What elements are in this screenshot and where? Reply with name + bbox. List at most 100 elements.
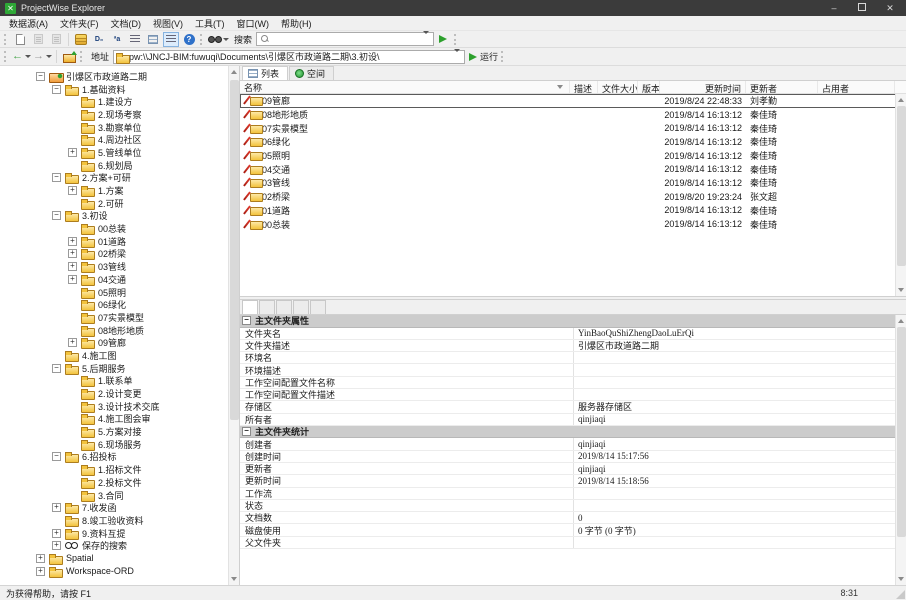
properties-tab[interactable]: [276, 300, 292, 314]
toolbar-grip[interactable]: [501, 51, 504, 62]
search-dropdown-button[interactable]: [419, 34, 431, 44]
tree-item[interactable]: 6.现场服务: [0, 438, 228, 451]
list-column-header[interactable]: 描述: [570, 81, 598, 93]
tree-item[interactable]: Workspace-ORD: [0, 565, 228, 578]
tree-item[interactable]: 引爆区市政道路二期: [0, 70, 228, 83]
tree-expand-toggle-icon[interactable]: [68, 237, 77, 246]
menu-item[interactable]: 文件夹(F): [54, 16, 105, 31]
tree-expand-toggle-icon[interactable]: [68, 148, 77, 157]
minimize-button[interactable]: –: [820, 3, 848, 13]
tree-item[interactable]: 2.投标文件: [0, 476, 228, 489]
search-input[interactable]: [256, 32, 434, 46]
tree-item[interactable]: 2.方案+可研: [0, 172, 228, 185]
tree-item[interactable]: 01道路: [0, 235, 228, 248]
tree-item[interactable]: 1.招标文件: [0, 463, 228, 476]
run-button[interactable]: 运行: [466, 49, 498, 64]
tree-expand-toggle-icon[interactable]: [52, 211, 61, 220]
maximize-button[interactable]: [848, 3, 876, 13]
menu-item[interactable]: 窗口(W): [231, 16, 276, 31]
tree-item[interactable]: 2.设计变更: [0, 387, 228, 400]
toolbar-grip[interactable]: [200, 34, 203, 45]
tree-item[interactable]: 00总装: [0, 222, 228, 235]
tree-item[interactable]: 保存的搜索: [0, 539, 228, 552]
list-column-header[interactable]: 文件大小: [598, 81, 638, 93]
tree-item[interactable]: 5.方案对接: [0, 425, 228, 438]
tree-item[interactable]: 05照明: [0, 286, 228, 299]
tree-expand-toggle-icon[interactable]: [52, 364, 61, 373]
scroll-up-icon[interactable]: [231, 70, 237, 74]
checkin-button-disabled[interactable]: [48, 32, 64, 47]
small-list-view-button[interactable]: [127, 32, 143, 47]
toolbar-grip[interactable]: [4, 51, 7, 62]
tree-item[interactable]: 07实景模型: [0, 311, 228, 324]
list-row[interactable]: 07实景模型 2019/8/14 16:13:12 秦佳琦: [240, 121, 906, 135]
tree-expand-toggle-icon[interactable]: [52, 503, 61, 512]
tree-item[interactable]: 1.方案: [0, 184, 228, 197]
scroll-down-icon[interactable]: [231, 577, 237, 581]
tree-item[interactable]: 1.基础资料: [0, 83, 228, 96]
tree-expand-toggle-icon[interactable]: [52, 541, 61, 550]
list-column-header[interactable]: 更新时间: [660, 81, 746, 93]
address-dropdown-button[interactable]: [450, 52, 462, 62]
collapse-icon[interactable]: [242, 427, 251, 436]
tree-item[interactable]: 2.可研: [0, 197, 228, 210]
list-row[interactable]: 03管线 2019/8/14 16:13:12 秦佳琦: [240, 176, 906, 190]
tree-expand-toggle-icon[interactable]: [68, 338, 77, 347]
search-go-button[interactable]: [435, 32, 451, 47]
tree-item[interactable]: 04交通: [0, 273, 228, 286]
rename-button[interactable]: ªa: [109, 32, 125, 47]
menu-item[interactable]: 视图(V): [147, 16, 189, 31]
list-column-header[interactable]: 名称: [240, 81, 570, 93]
list-column-header[interactable]: 占用者: [818, 81, 895, 93]
tree-item[interactable]: 09管廊: [0, 336, 228, 349]
properties-tab[interactable]: [242, 300, 258, 314]
toolbar-grip[interactable]: [80, 51, 83, 62]
tree-expand-toggle-icon[interactable]: [52, 529, 61, 538]
tree-item[interactable]: 4.施工图会审: [0, 413, 228, 426]
properties-scrollbar[interactable]: [895, 315, 906, 585]
scroll-down-icon[interactable]: [898, 288, 904, 292]
tree-scrollbar[interactable]: [228, 66, 239, 585]
list-row[interactable]: 00总装 2019/8/14 16:13:12 秦佳琦: [240, 217, 906, 231]
tree-item[interactable]: 5.管线单位: [0, 146, 228, 159]
toolbar-grip[interactable]: [454, 34, 457, 45]
collapse-icon[interactable]: [242, 316, 251, 325]
tree-item[interactable]: 6.规划局: [0, 159, 228, 172]
tree-expand-toggle-icon[interactable]: [36, 72, 45, 81]
tree-item[interactable]: Spatial: [0, 552, 228, 565]
properties-tab[interactable]: [310, 300, 326, 314]
tree-expand-toggle-icon[interactable]: [36, 554, 45, 563]
menu-item[interactable]: 数据源(A): [3, 16, 54, 31]
list-row[interactable]: 06绿化 2019/8/14 16:13:12 秦佳琦: [240, 135, 906, 149]
tree-item[interactable]: 3.设计技术交底: [0, 400, 228, 413]
new-document-button[interactable]: [12, 32, 28, 47]
tree-item[interactable]: 4.周边社区: [0, 133, 228, 146]
tree-item[interactable]: 1.建设方: [0, 95, 228, 108]
list-row[interactable]: 09管廊 2019/8/24 22:48:33 刘孝勤: [240, 94, 906, 108]
detail-view-button[interactable]: [145, 32, 161, 47]
forward-button[interactable]: →: [33, 49, 52, 64]
tree-expand-toggle-icon[interactable]: [68, 186, 77, 195]
tree-item[interactable]: 3.初设: [0, 210, 228, 223]
tree-item[interactable]: 06绿化: [0, 298, 228, 311]
tree-item[interactable]: 5.后期服务: [0, 362, 228, 375]
tree-expand-toggle-icon[interactable]: [68, 275, 77, 284]
scrollbar-thumb[interactable]: [897, 327, 906, 537]
tree-expand-toggle-icon[interactable]: [52, 452, 61, 461]
list-row[interactable]: 02桥梁 2019/8/20 19:23:24 张文超: [240, 190, 906, 204]
scrollbar-thumb[interactable]: [897, 106, 906, 266]
current-view-mode-button[interactable]: [163, 32, 179, 47]
tree-item[interactable]: 7.收发函: [0, 501, 228, 514]
list-row[interactable]: 08地形地质 2019/8/14 16:13:12 秦佳琦: [240, 108, 906, 122]
close-button[interactable]: ✕: [876, 3, 904, 14]
resize-grip-icon[interactable]: [896, 590, 905, 599]
tab-list[interactable]: 列表: [242, 66, 288, 80]
tree-item[interactable]: 1.联系单: [0, 375, 228, 388]
list-row[interactable]: 05照明 2019/8/14 16:13:12 秦佳琦: [240, 149, 906, 163]
tree-item[interactable]: 6.招投标: [0, 451, 228, 464]
tree-expand-toggle-icon[interactable]: [52, 85, 61, 94]
tree-item[interactable]: 9.资料互提: [0, 527, 228, 540]
tree-expand-toggle-icon[interactable]: [68, 262, 77, 271]
help-button[interactable]: ?: [181, 32, 197, 47]
tree-item[interactable]: 02桥梁: [0, 248, 228, 261]
